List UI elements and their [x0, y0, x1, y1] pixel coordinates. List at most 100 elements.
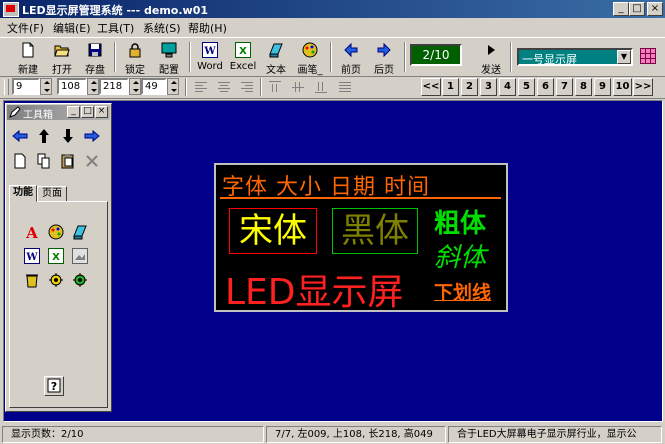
- title-bar: LED显示屏管理系统 --- demo.w01 _ □ ×: [0, 0, 665, 18]
- arrow-left-icon: [343, 42, 359, 58]
- text-button[interactable]: 文本: [259, 40, 293, 76]
- page-button-5[interactable]: 5: [518, 78, 535, 96]
- paste-icon[interactable]: [60, 153, 76, 169]
- format-toolbar: 9 108 218 49 << 1 2 3 4 5 6 7 8 9 10 >>: [0, 76, 665, 99]
- paint-palette-icon[interactable]: [48, 224, 64, 240]
- minimize-button[interactable]: _: [613, 2, 629, 16]
- page-button-6[interactable]: 6: [537, 78, 554, 96]
- align-left-icon[interactable]: [194, 80, 208, 94]
- status-position: 7/7, 左009, 上108, 长218, 高049: [266, 426, 446, 443]
- page-next-button[interactable]: >>: [633, 78, 653, 96]
- paint-icon: [302, 42, 318, 58]
- arrow-down-icon[interactable]: [60, 128, 76, 144]
- word-icon: W: [202, 42, 218, 58]
- svg-text:W: W: [203, 46, 216, 57]
- page-button-8[interactable]: 8: [575, 78, 592, 96]
- save-button[interactable]: 存盘: [78, 40, 112, 76]
- status-pages: 显示页数：2/10: [2, 426, 264, 443]
- status-info: 合于LED大屏幕电子显示屏行业，显示公: [448, 426, 662, 443]
- chevron-down-icon[interactable]: ▼: [617, 50, 631, 64]
- align-center-icon[interactable]: [217, 80, 231, 94]
- menu-bar: 文件(F) 编辑(E) 工具(T) 系统(S) 帮助(H): [0, 18, 665, 36]
- fill-icon[interactable]: [338, 80, 352, 94]
- screen-select[interactable]: 一号显示屏 ▼: [517, 48, 633, 66]
- menu-file[interactable]: 文件(F): [7, 20, 44, 36]
- page-button-2[interactable]: 2: [461, 78, 478, 96]
- text-icon: [268, 42, 284, 58]
- page-button-4[interactable]: 4: [499, 78, 516, 96]
- delete-icon[interactable]: [84, 153, 100, 169]
- screen-select-value: 一号显示屏: [522, 53, 577, 66]
- page-button-7[interactable]: 7: [556, 78, 573, 96]
- tab-panel: A W X ?: [9, 201, 108, 408]
- close-button[interactable]: ×: [647, 2, 663, 16]
- menu-help[interactable]: 帮助(H): [188, 20, 227, 36]
- new-page-icon[interactable]: [12, 153, 28, 169]
- led-preview[interactable]: 字体 大小 日期 时间 宋体 黑体 粗体 斜体 LED显示屏 下划线: [214, 163, 508, 313]
- lock-button[interactable]: 锁定: [118, 40, 152, 76]
- page-button-9[interactable]: 9: [594, 78, 611, 96]
- help-icon: ?: [47, 378, 61, 393]
- page-button-3[interactable]: 3: [480, 78, 497, 96]
- led-text-hei: 黑体: [332, 208, 418, 254]
- toolbox-window: 工具箱 _ □ × 功能 页面 A W X ?: [5, 103, 112, 412]
- tab-page[interactable]: 页面: [37, 186, 67, 202]
- config-label: 配置: [159, 65, 179, 76]
- new-button[interactable]: 新建: [11, 40, 45, 76]
- window-title: LED显示屏管理系统 --- demo.w01: [22, 4, 209, 17]
- page-button-1[interactable]: 1: [442, 78, 459, 96]
- valign-top-icon[interactable]: [268, 80, 282, 94]
- width-field[interactable]: 218: [99, 78, 129, 95]
- new-file-icon: [20, 42, 36, 58]
- font-icon[interactable]: A: [24, 224, 40, 242]
- menu-edit[interactable]: 编辑(E): [53, 20, 91, 36]
- toolbox-caption: 工具箱 _ □ ×: [7, 105, 110, 121]
- tab-function[interactable]: 功能: [9, 185, 37, 202]
- text-block-icon[interactable]: [72, 224, 88, 240]
- menu-system[interactable]: 系统(S): [143, 20, 181, 36]
- toolbox-maximize-button[interactable]: □: [81, 106, 94, 118]
- send-button[interactable]: 发送: [474, 40, 508, 76]
- monitor-config-icon: [161, 42, 177, 58]
- toolbox-minimize-button[interactable]: _: [67, 106, 80, 118]
- menu-tools[interactable]: 工具(T): [97, 20, 134, 36]
- top-field[interactable]: 108: [57, 78, 87, 95]
- top-spinner[interactable]: [87, 78, 99, 95]
- arrow-up-icon[interactable]: [36, 128, 52, 144]
- width-spinner[interactable]: [129, 78, 141, 95]
- grid-settings-button[interactable]: [640, 48, 656, 64]
- word-icon[interactable]: W: [24, 248, 40, 264]
- valign-bottom-icon[interactable]: [314, 80, 328, 94]
- page-button-10[interactable]: 10: [613, 78, 632, 96]
- led-text-xie: 斜体: [434, 243, 487, 273]
- trash-icon[interactable]: [24, 272, 40, 288]
- save-label: 存盘: [85, 65, 105, 76]
- valign-middle-icon[interactable]: [291, 80, 305, 94]
- toolbox-close-button[interactable]: ×: [95, 106, 108, 118]
- svg-text:X: X: [52, 252, 60, 263]
- arrow-right-icon[interactable]: [84, 128, 100, 144]
- gear-yellow-icon[interactable]: [48, 272, 64, 288]
- paint-button[interactable]: 画笔_: [293, 40, 327, 76]
- next-page-button[interactable]: 后页: [367, 40, 401, 76]
- save-disk-icon: [87, 42, 103, 58]
- copy-page-icon[interactable]: [36, 153, 52, 169]
- gear-green-icon[interactable]: [72, 272, 88, 288]
- align-right-icon[interactable]: [240, 80, 254, 94]
- led-text-song: 宋体: [229, 208, 317, 254]
- grid-icon: [640, 48, 656, 64]
- svg-text:W: W: [25, 252, 38, 263]
- left-field[interactable]: 9: [12, 78, 40, 95]
- left-spinner[interactable]: [40, 78, 52, 95]
- image-icon[interactable]: [72, 248, 88, 264]
- page-prev-button[interactable]: <<: [421, 78, 441, 96]
- send-icon: [483, 42, 499, 58]
- maximize-button[interactable]: □: [629, 2, 645, 16]
- height-spinner[interactable]: [167, 78, 179, 95]
- help-button[interactable]: ?: [44, 376, 64, 396]
- height-field[interactable]: 49: [141, 78, 167, 95]
- config-button[interactable]: 配置: [152, 40, 186, 76]
- excel-icon[interactable]: X: [48, 248, 64, 264]
- led-text-led: LED显示屏: [225, 272, 404, 313]
- arrow-left-icon[interactable]: [12, 128, 28, 144]
